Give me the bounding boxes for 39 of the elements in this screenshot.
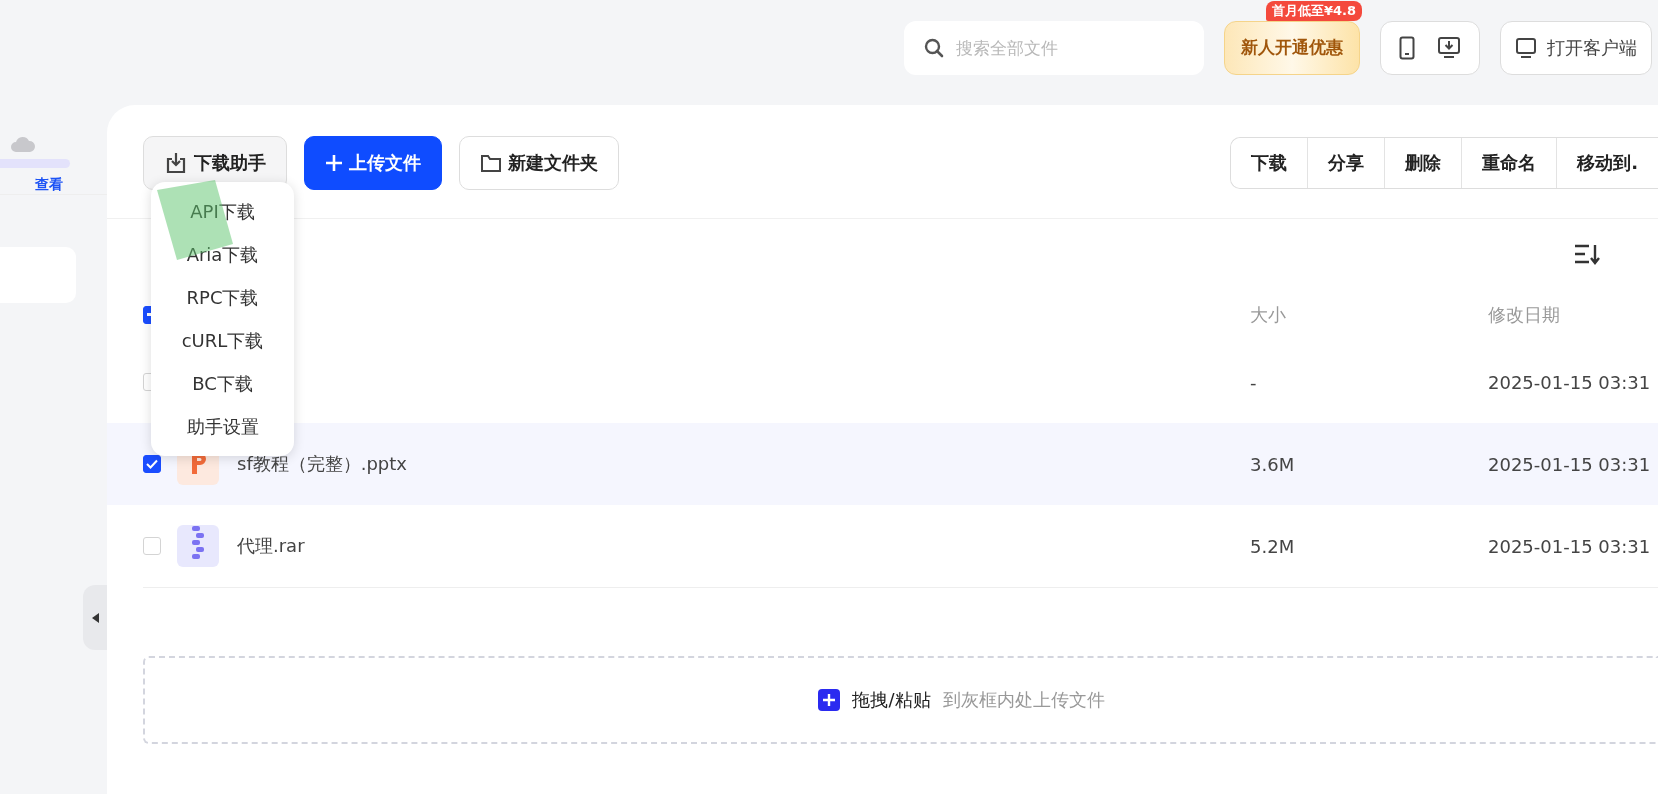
- file-name[interactable]: sf教程（完整）.pptx: [237, 452, 407, 476]
- plus-icon: [325, 154, 343, 172]
- caret-icon: [91, 612, 99, 623]
- menu-item[interactable]: cURL下载: [151, 319, 294, 362]
- download-icon: [164, 151, 188, 175]
- modified-date: 2025-01-15 03:31: [1488, 453, 1652, 475]
- new-folder-button[interactable]: 新建文件夹: [459, 136, 619, 190]
- file-size: 3.6M: [1250, 453, 1296, 475]
- monitor-icon: [1515, 36, 1537, 59]
- dropzone-hint: 到灰框内处上传文件: [942, 688, 1105, 712]
- modified-date: 2025-01-15 03:31: [1488, 535, 1652, 557]
- promo-button[interactable]: 新人开通优惠: [1224, 20, 1360, 75]
- upload-dropzone[interactable]: 拖拽/粘贴 到灰框内处上传文件: [143, 656, 1658, 744]
- menu-item[interactable]: 助手设置: [151, 405, 294, 448]
- upload-button[interactable]: 上传文件: [304, 136, 442, 190]
- row-checkbox[interactable]: [143, 455, 161, 473]
- menu-item[interactable]: BC下载: [151, 362, 294, 405]
- sort-icon[interactable]: [1574, 243, 1600, 265]
- menu-item[interactable]: Aria下载: [151, 233, 294, 276]
- file-size: 5.2M: [1250, 535, 1296, 557]
- search-field[interactable]: 搜索全部文件: [904, 20, 1204, 75]
- cloud-icon: [10, 135, 36, 153]
- open-client-button[interactable]: 打开客户端: [1500, 20, 1652, 75]
- modified-date: 2025-01-15 03:31: [1488, 371, 1652, 393]
- monitor-download-icon[interactable]: [1437, 35, 1461, 60]
- collapse-handle[interactable]: [83, 585, 107, 650]
- view-link[interactable]: 查看: [35, 176, 63, 194]
- menu-item[interactable]: RPC下载: [151, 276, 294, 319]
- phone-icon[interactable]: [1399, 35, 1415, 60]
- folder-icon: [480, 153, 502, 173]
- dropzone-action: 拖拽/粘贴: [852, 688, 931, 712]
- file-size: -: [1250, 371, 1258, 393]
- check-icon: [146, 459, 158, 469]
- file-name[interactable]: 代理.rar: [237, 534, 305, 558]
- plus-icon: [818, 689, 841, 711]
- archive-file-icon: [177, 525, 219, 567]
- promo-badge: 首月低至¥4.8: [1265, 0, 1362, 21]
- menu-item[interactable]: API下载: [151, 190, 294, 233]
- search-icon: [924, 37, 944, 58]
